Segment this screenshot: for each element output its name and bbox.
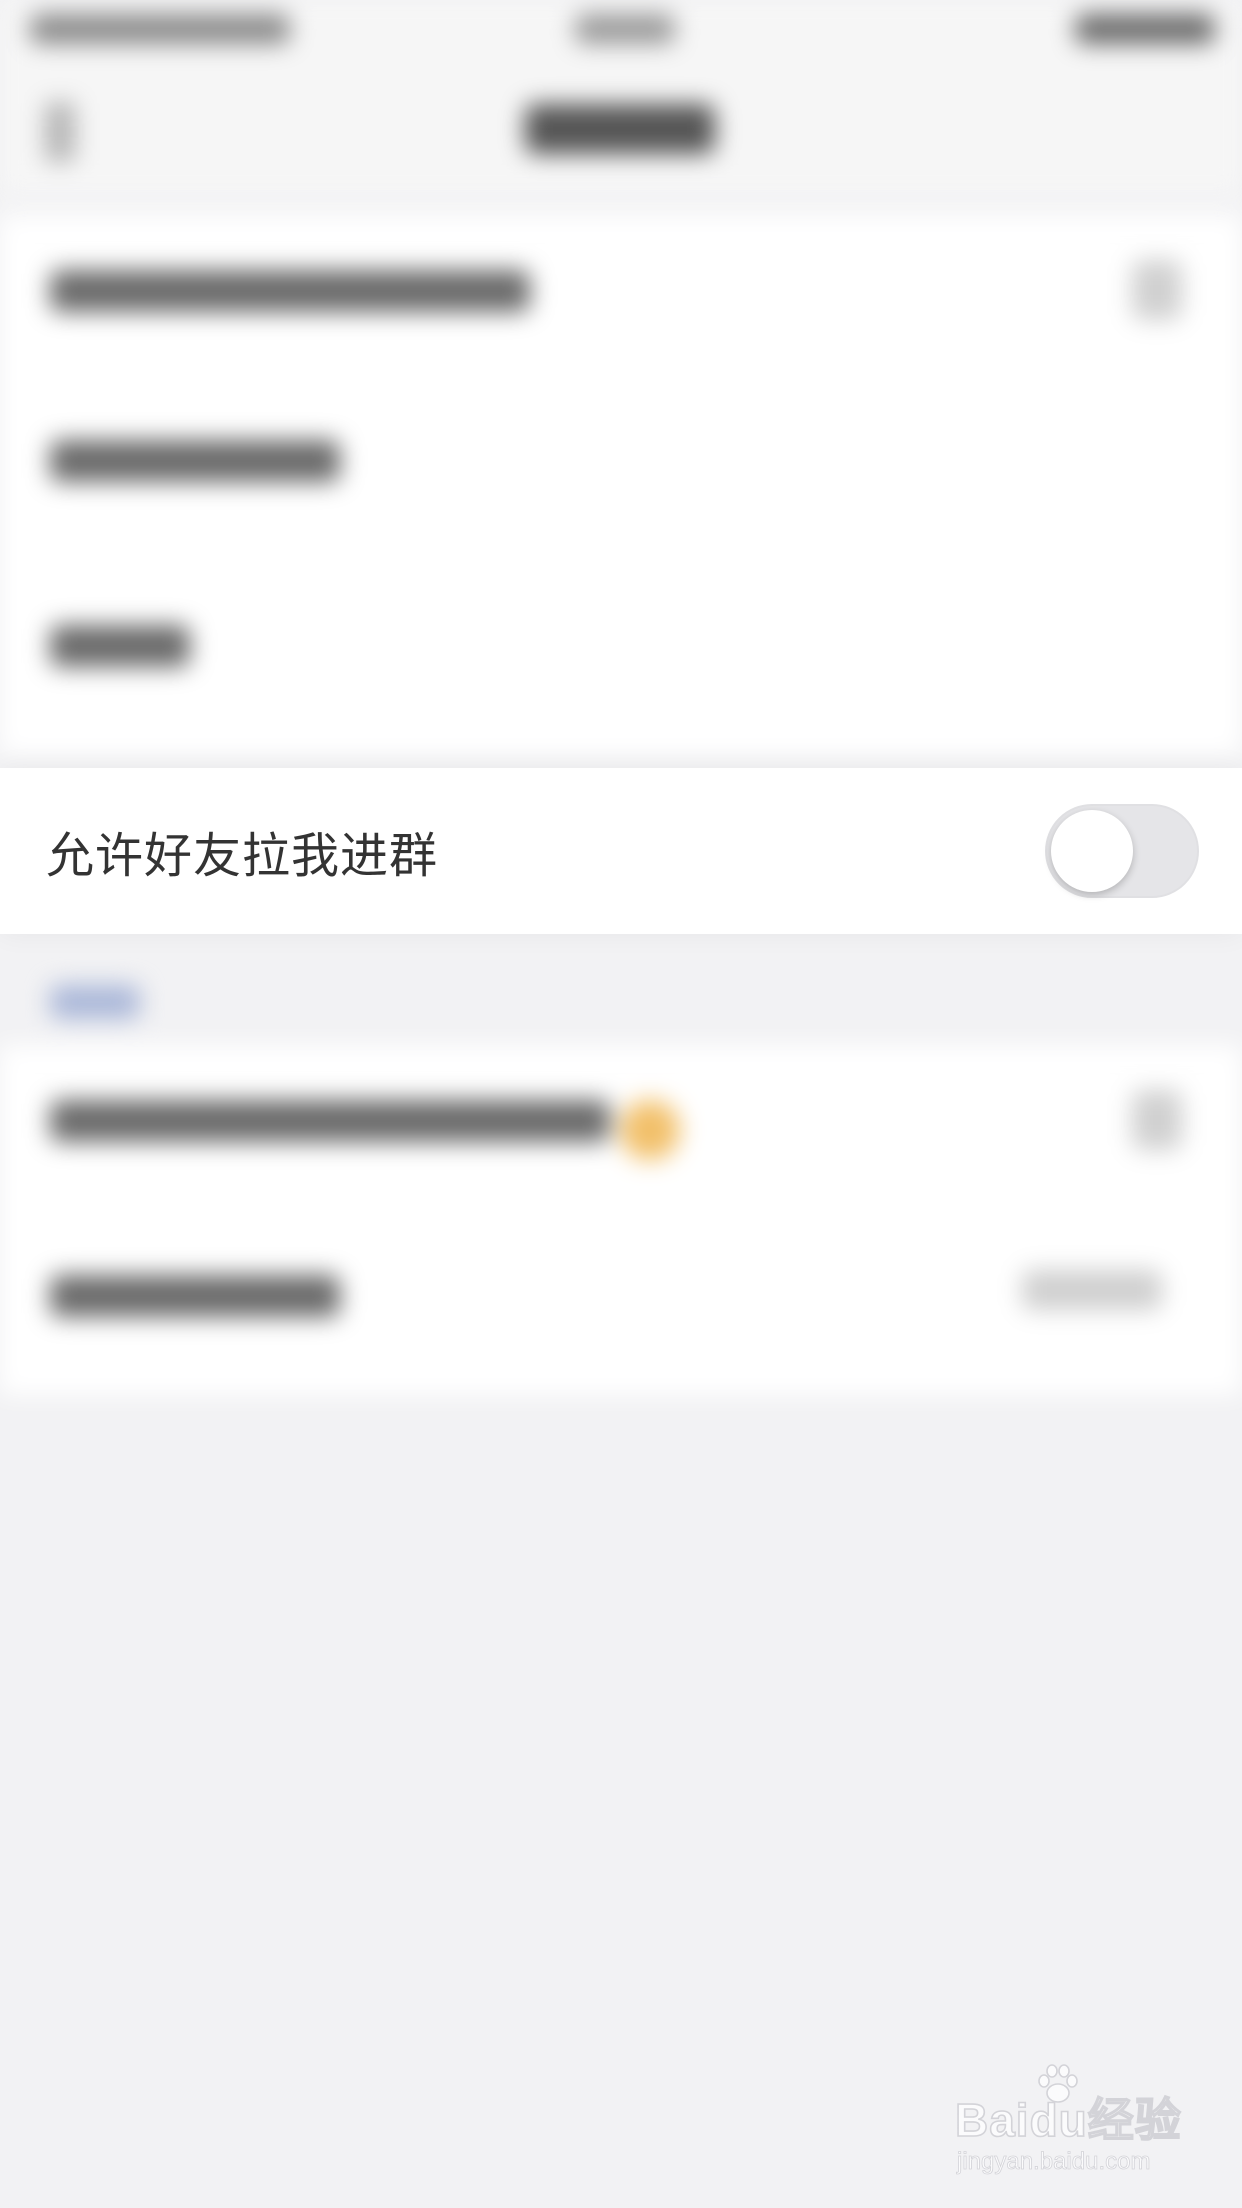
toggle-knob <box>1051 810 1133 892</box>
settings-screen: 允许好友拉我进群 Baidu经验 jingyan.baidu.com <box>0 0 1242 2208</box>
settings-group-bottom <box>0 1045 1242 1395</box>
settings-row-label <box>50 1100 610 1142</box>
allow-friends-invite-row[interactable]: 允许好友拉我进群 <box>0 768 1242 934</box>
settings-row-label <box>50 270 530 312</box>
settings-row[interactable] <box>0 570 1242 720</box>
allow-friends-invite-label: 允许好友拉我进群 <box>46 828 439 884</box>
navigation-bar <box>0 64 1242 194</box>
settings-row[interactable] <box>0 215 1242 365</box>
emoji-icon <box>620 1100 680 1160</box>
baidu-jingyan-watermark: Baidu经验 jingyan.baidu.com <box>954 2064 1195 2180</box>
settings-group-top <box>0 215 1242 755</box>
page-title <box>525 104 715 154</box>
status-bar <box>0 0 1242 64</box>
section-header <box>50 985 140 1019</box>
back-icon[interactable] <box>45 102 75 162</box>
status-bar-carrier <box>30 14 290 44</box>
settings-row[interactable] <box>0 385 1242 535</box>
settings-row-label <box>50 625 190 667</box>
settings-row-label <box>50 1275 340 1317</box>
blurred-background <box>0 0 1242 2208</box>
settings-row-value <box>1022 1270 1162 1310</box>
allow-friends-invite-toggle[interactable] <box>1045 804 1199 898</box>
status-bar-time <box>575 14 675 44</box>
watermark-brand: Baidu经验 <box>954 2093 1182 2147</box>
chevron-right-icon <box>1132 260 1182 320</box>
chevron-right-icon <box>1132 1090 1182 1150</box>
settings-row-label <box>50 440 340 482</box>
watermark-url: jingyan.baidu.com <box>957 2148 1151 2176</box>
status-bar-battery <box>1075 14 1215 44</box>
